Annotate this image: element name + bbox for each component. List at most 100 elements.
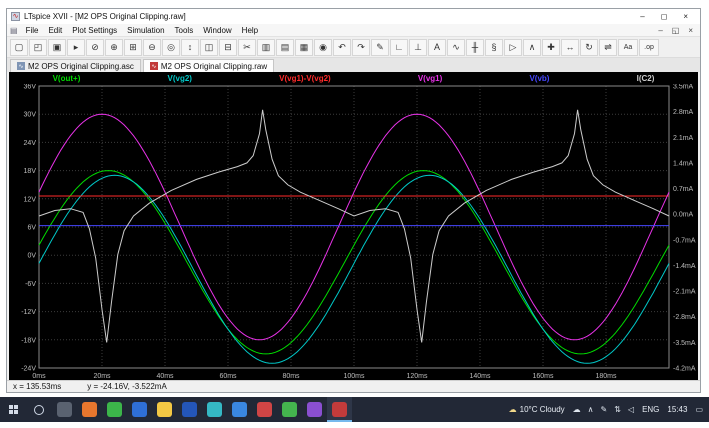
cursor-y-readout: y = -24.16V, -3.522mA — [87, 382, 167, 391]
trace-label[interactable]: V(out+) — [53, 74, 81, 83]
weather-widget[interactable]: ☁ 10°C Cloudy — [509, 405, 565, 414]
taskbar-app-explorer-icon — [157, 402, 172, 417]
taskbar-app-1[interactable] — [52, 397, 77, 422]
copy-button[interactable]: ▥ — [257, 38, 275, 56]
close-button[interactable]: × — [683, 12, 688, 21]
trace-label[interactable]: V(vg2) — [168, 74, 192, 83]
menu-item-plot-settings[interactable]: Plot Settings — [67, 26, 122, 35]
text-button[interactable]: Aa — [618, 38, 638, 56]
taskbar-app-8[interactable] — [227, 397, 252, 422]
mdi-restore-button[interactable]: ◱ — [672, 26, 680, 35]
hidden-icons-chevron[interactable]: ∧ — [588, 405, 594, 414]
taskbar-app-7[interactable] — [202, 397, 227, 422]
mdi-minimize-button[interactable]: – — [658, 26, 662, 35]
rotate-button[interactable]: ↻ — [580, 38, 598, 56]
taskbar-app-10[interactable] — [277, 397, 302, 422]
y-axis-right-label: 0.0mA — [673, 212, 694, 219]
halt-button[interactable]: ⊘ — [86, 38, 104, 56]
onedrive-icon[interactable]: ☁ — [573, 405, 581, 414]
capacitor-button[interactable]: ╫ — [466, 38, 484, 56]
drag-button[interactable]: ↔ — [561, 38, 579, 56]
autorange-button[interactable]: ↕ — [181, 38, 199, 56]
tile-horizontal-button[interactable]: ⊟ — [219, 38, 237, 56]
ltspice-window: ∿ LTspice XVII - [M2 OPS Original Clippi… — [6, 8, 701, 393]
taskbar-app-ltspice[interactable] — [327, 397, 352, 422]
resistor-button[interactable]: ∿ — [447, 38, 465, 56]
zoom-full-button[interactable]: ◎ — [162, 38, 180, 56]
menu-item-window[interactable]: Window — [198, 26, 236, 35]
trace-label[interactable]: V(vb) — [529, 74, 549, 83]
undo-button[interactable]: ↶ — [333, 38, 351, 56]
title-bar[interactable]: ∿ LTspice XVII - [M2 OPS Original Clippi… — [7, 9, 700, 24]
menu-item-simulation[interactable]: Simulation — [122, 26, 169, 35]
open-button[interactable]: ◰ — [29, 38, 47, 56]
taskbar-app-6[interactable] — [177, 397, 202, 422]
tab-waveform[interactable]: ∿ M2 OPS Original Clipping.raw — [142, 59, 275, 72]
clock[interactable]: 15:43 — [667, 405, 687, 414]
weather-icon: ☁ — [508, 405, 517, 414]
y-axis-left-label: -24V — [21, 366, 36, 373]
component-button[interactable]: ∧ — [523, 38, 541, 56]
tile-vertical-button[interactable]: ◫ — [200, 38, 218, 56]
volume-icon[interactable]: ◁ — [628, 405, 634, 414]
search-icon — [34, 404, 44, 415]
zoom-in-button[interactable]: ⊕ — [105, 38, 123, 56]
run-button[interactable]: ▸ — [67, 38, 85, 56]
y-axis-left-label: 6V — [27, 225, 36, 232]
waveform-plot-pane[interactable]: V(out+) V(vg2) V(vg1)-V(vg2) V(vg1) V(vb) I(C… — [9, 72, 698, 380]
x-axis-label: 60ms — [219, 373, 237, 380]
ground-button[interactable]: ⊥ — [409, 38, 427, 56]
cut-button[interactable]: ✂ — [238, 38, 256, 56]
taskbar-app-7-icon — [207, 402, 222, 417]
menu-item-tools[interactable]: Tools — [170, 26, 199, 35]
menu-item-file[interactable]: File — [21, 26, 44, 35]
x-axis-label: 180ms — [595, 373, 617, 380]
menu-item-help[interactable]: Help — [237, 26, 263, 35]
x-axis-label: 100ms — [343, 373, 365, 380]
restore-button[interactable]: ◻ — [661, 12, 668, 21]
zoom-out-button[interactable]: ⊖ — [143, 38, 161, 56]
waveform-plot[interactable]: 36V 30V 24V 18V 12V 6V 0V -6V -12V -18V -24V 3.5mA 2… — [9, 84, 698, 380]
inductor-button[interactable]: § — [485, 38, 503, 56]
weather-text: 10°C Cloudy — [519, 405, 565, 414]
document-icon: ▤ — [10, 25, 18, 35]
trace-label[interactable]: V(vg1) — [418, 74, 442, 83]
menu-item-edit[interactable]: Edit — [43, 26, 67, 35]
mirror-button[interactable]: ⇌ — [599, 38, 617, 56]
taskbar-app-10-icon — [282, 402, 297, 417]
wire-button[interactable]: ∟ — [390, 38, 408, 56]
pen-icon[interactable]: ✎ — [601, 405, 608, 414]
notification-center-icon[interactable]: ▭ — [695, 405, 703, 414]
cursor-x-readout: x = 135.53ms — [13, 382, 62, 391]
save-button[interactable]: ▣ — [48, 38, 66, 56]
taskbar-app-9[interactable] — [252, 397, 277, 422]
trace-label[interactable]: V(vg1)-V(vg2) — [279, 74, 331, 83]
trace-label[interactable]: I(C2) — [637, 74, 655, 83]
paste-button[interactable]: ▤ — [276, 38, 294, 56]
taskbar-app-explorer[interactable] — [152, 397, 177, 422]
taskbar-app-11[interactable] — [302, 397, 327, 422]
edit-button[interactable]: ✎ — [371, 38, 389, 56]
tab-schematic[interactable]: ∿ M2 OPS Original Clipping.asc — [10, 59, 141, 72]
new-schematic-button[interactable]: ▢ — [10, 38, 28, 56]
move-button[interactable]: ✚ — [542, 38, 560, 56]
network-icon[interactable]: ⇅ — [614, 405, 621, 414]
x-axis-label: 160ms — [532, 373, 554, 380]
minimize-button[interactable]: – — [640, 12, 644, 21]
find-button[interactable]: ◉ — [314, 38, 332, 56]
taskbar-app-2[interactable] — [77, 397, 102, 422]
print-button[interactable]: ▦ — [295, 38, 313, 56]
search-button[interactable] — [26, 397, 52, 422]
y-axis-left-label: -6V — [25, 281, 36, 288]
spice-directive-button[interactable]: .op — [639, 38, 659, 56]
language-indicator[interactable]: ENG — [642, 405, 659, 414]
taskbar-app-4[interactable] — [127, 397, 152, 422]
diode-button[interactable]: ▷ — [504, 38, 522, 56]
zoom-area-button[interactable]: ⊞ — [124, 38, 142, 56]
redo-button[interactable]: ↷ — [352, 38, 370, 56]
mdi-close-button[interactable]: × — [688, 26, 693, 35]
taskbar-app-3[interactable] — [102, 397, 127, 422]
start-button[interactable] — [0, 397, 26, 422]
y-axis-right-label: -3.5mA — [673, 340, 696, 347]
label-net-button[interactable]: A — [428, 38, 446, 56]
